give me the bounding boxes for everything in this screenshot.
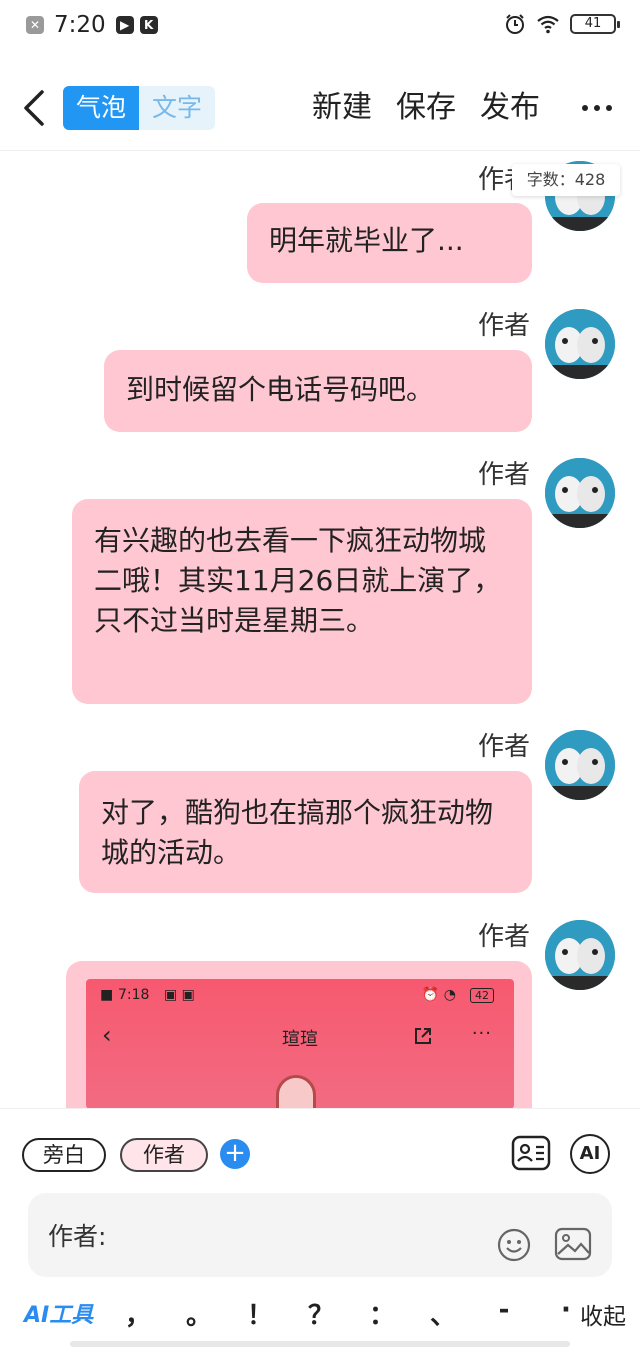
embedded-share-icon: [415, 1028, 431, 1044]
embedded-figure: [276, 1075, 316, 1108]
quick-punctuation-bar: AI工具 ， 。 ！ ？ ： 、 - · 收起: [0, 1289, 640, 1339]
alarm-icon: [506, 14, 524, 34]
add-role-icon[interactable]: +: [220, 1139, 250, 1169]
mode-switch: 气泡 文字: [63, 86, 215, 130]
bottom-scroll-bar: [70, 1341, 570, 1347]
more-options-icon[interactable]: [582, 96, 616, 120]
emoji-icon[interactable]: [496, 1227, 532, 1263]
embedded-screenshot[interactable]: ■ 7:18 ▣ ▣ ⏰ ◔ 42 ‹ 瑄瑄 ···: [86, 979, 514, 1108]
tab-text-mode[interactable]: 文字: [139, 86, 215, 130]
save-button[interactable]: 保存: [396, 88, 456, 128]
embedded-status-time: 7:18: [118, 987, 150, 1003]
role-narrator-chip[interactable]: 旁白: [22, 1138, 106, 1172]
embedded-title: 瑄瑄: [282, 1029, 318, 1050]
chat-area[interactable]: 作者 明年就毕业了... 作者 到时候留个电话号码吧。 作者 有兴趣的也去看一下…: [0, 151, 640, 1108]
input-role-label: 作者:: [48, 1222, 107, 1251]
message-bubble[interactable]: 到时候留个电话号码吧。: [104, 350, 532, 432]
tab-bubble-mode[interactable]: 气泡: [63, 86, 139, 130]
author-name: 作者: [477, 732, 530, 762]
embedded-more-icon: ···: [471, 1023, 492, 1044]
author-name: 作者: [477, 311, 530, 341]
punct-exclamation[interactable]: ！: [240, 1295, 280, 1332]
message-bubble[interactable]: 明年就毕业了...: [247, 203, 532, 283]
punct-dash[interactable]: -: [484, 1295, 524, 1325]
author-avatar[interactable]: [545, 458, 615, 528]
compose-panel: 旁白 作者 + AI 作者: AI工具 ， 。 ！ ？ ： 、 - · 收起: [0, 1108, 640, 1351]
word-count-badge: 字数：428: [512, 164, 620, 196]
battery-indicator: 41: [570, 14, 620, 34]
ai-button[interactable]: AI: [570, 1134, 610, 1174]
author-avatar[interactable]: [545, 730, 615, 800]
author-avatar[interactable]: [545, 309, 615, 379]
author-name: 作者: [477, 460, 530, 490]
punct-colon[interactable]: ：: [362, 1295, 402, 1332]
image-icon[interactable]: [554, 1226, 592, 1262]
punct-comma[interactable]: ，: [118, 1295, 158, 1332]
new-button[interactable]: 新建: [312, 88, 372, 128]
collapse-button[interactable]: 收起: [580, 1297, 626, 1331]
publish-button[interactable]: 发布: [480, 88, 540, 128]
back-arrow-icon[interactable]: [20, 88, 48, 128]
punct-pause[interactable]: 、: [423, 1295, 463, 1332]
notification-icon: ✕: [26, 16, 44, 34]
punct-period[interactable]: 。: [179, 1295, 219, 1332]
author-name: 作者: [477, 922, 530, 952]
role-author-chip[interactable]: 作者: [120, 1138, 208, 1172]
kugou-app-icon: K: [139, 16, 158, 34]
author-avatar[interactable]: [545, 920, 615, 990]
wifi-icon: [537, 15, 559, 34]
editor-toolbar: 气泡 文字 新建 保存 发布: [0, 74, 640, 140]
contact-card-icon[interactable]: [511, 1133, 551, 1173]
embedded-battery: 42: [470, 988, 494, 1003]
status-time: 7:20: [54, 12, 106, 38]
punct-question[interactable]: ？: [301, 1295, 341, 1332]
video-app-icon: ▶: [115, 16, 134, 34]
message-bubble[interactable]: 对了，酷狗也在搞那个疯狂动物城的活动。: [79, 771, 532, 893]
message-bubble[interactable]: 有兴趣的也去看一下疯狂动物城二哦！其实11月26日就上演了，只不过当时是星期三。: [72, 499, 532, 704]
ai-tools-button[interactable]: AI工具: [24, 1297, 93, 1329]
status-bar: ✕ 7:20 ▶ K 41: [0, 0, 640, 50]
message-input[interactable]: 作者:: [28, 1193, 612, 1277]
